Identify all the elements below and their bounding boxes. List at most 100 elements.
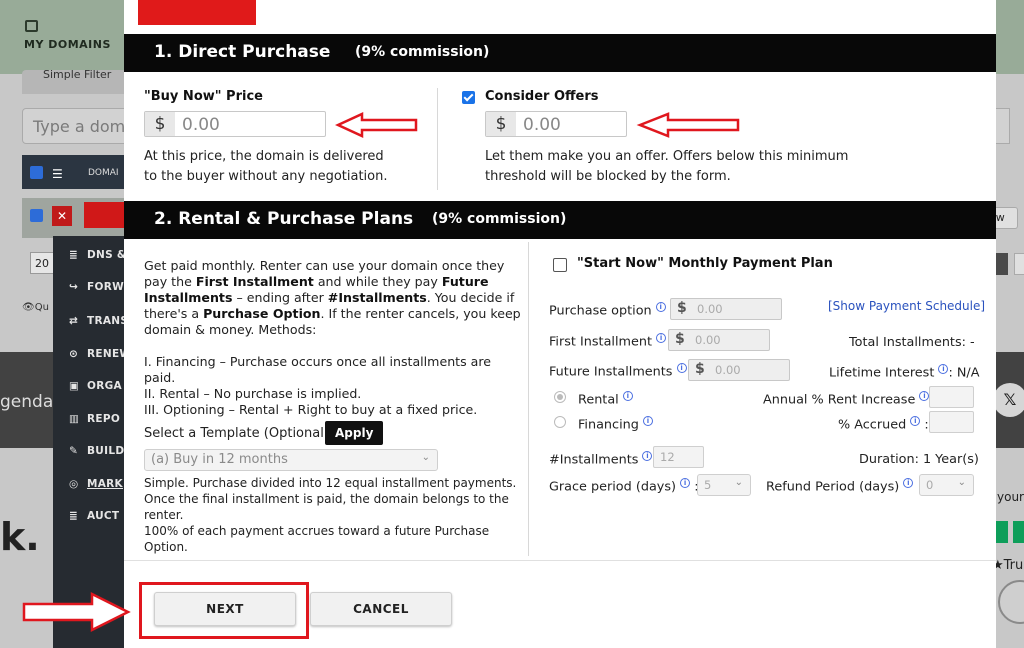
help-icon[interactable]: i xyxy=(938,364,949,374)
cancel-button[interactable]: CANCEL xyxy=(310,592,452,626)
help-icon[interactable]: i xyxy=(680,478,691,488)
section-title: 2. Rental & Purchase Plans xyxy=(154,209,414,229)
side-menu-item-transfer[interactable]: ⇄ TRANS xyxy=(69,315,128,327)
side-menu-item-organize[interactable]: ▣ ORGA xyxy=(69,380,122,392)
help-icon[interactable]: i xyxy=(903,478,914,488)
row-checkbox[interactable] xyxy=(30,209,43,222)
side-menu-item-reports[interactable]: ▥ REPO xyxy=(69,413,120,425)
trust-star-icon xyxy=(1013,521,1024,543)
dollar-sign: $ xyxy=(145,112,175,136)
apply-button[interactable]: Apply xyxy=(325,421,384,445)
financing-label: Financing i xyxy=(578,416,653,432)
domain-name-redacted xyxy=(84,202,124,228)
side-menu-item-build[interactable]: ✎ BUILD xyxy=(69,445,124,457)
menu-icon[interactable]: ☰ xyxy=(52,167,63,181)
show-payment-schedule-link[interactable]: [Show Payment Schedule] xyxy=(828,299,985,313)
dollar-sign: $ xyxy=(675,331,685,347)
template-select[interactable]: (a) Buy in 12 months ⌄ xyxy=(144,449,438,471)
rental-plans-description: Get paid monthly. Renter can use your do… xyxy=(144,258,521,417)
brand-fragment: k. xyxy=(0,515,40,559)
domains-icon xyxy=(25,20,38,32)
first-installment-input[interactable]: $0.00 xyxy=(668,329,770,351)
side-menu-item-renew[interactable]: ⊙ RENEW xyxy=(69,348,131,360)
light-button[interactable] xyxy=(1014,253,1024,275)
commission-label: (9% commission) xyxy=(355,44,490,60)
help-icon[interactable]: i xyxy=(642,451,653,461)
quick-view-link[interactable]: 👁Qu xyxy=(22,302,49,313)
your-text: your xyxy=(997,490,1024,504)
simple-filter-tab-label: Simple Filter xyxy=(43,68,112,81)
domain-search-input[interactable]: Type a dom xyxy=(22,108,132,144)
x-logo-icon[interactable]: 𝕏 xyxy=(993,383,1024,417)
future-installments-label: Future Installments i : xyxy=(549,363,695,379)
select-all-checkbox[interactable] xyxy=(30,166,43,179)
dark-button[interactable] xyxy=(994,253,1008,275)
start-now-label: "Start Now" Monthly Payment Plan xyxy=(577,256,833,271)
start-now-checkbox[interactable] xyxy=(553,258,567,272)
financing-radio[interactable] xyxy=(554,416,566,428)
purchase-option-label: Purchase option i : xyxy=(549,302,674,318)
search-button[interactable] xyxy=(994,108,1010,144)
marketplace-icon: ◎ xyxy=(69,478,79,490)
direct-purchase-header: 1. Direct Purchase (9% commission) xyxy=(124,34,996,72)
annual-rent-increase-label: Annual % Rent Increase i : xyxy=(763,391,938,407)
installments-input[interactable]: 12 xyxy=(653,446,704,468)
side-menu-item-auctions[interactable]: ≣ AUCT xyxy=(69,510,119,522)
help-icon[interactable]: i xyxy=(622,391,633,401)
template-label: Select a Template (Optional): xyxy=(144,426,334,441)
help-icon[interactable]: i xyxy=(919,391,930,401)
help-icon[interactable]: i xyxy=(676,363,687,373)
offer-minimum-input[interactable]: $ 0.00 xyxy=(485,111,627,137)
consider-offers-label: Consider Offers xyxy=(485,89,599,104)
help-icon[interactable]: i xyxy=(642,416,653,426)
consider-offers-checkbox[interactable] xyxy=(462,91,475,104)
accrued-input[interactable] xyxy=(929,411,974,433)
offer-minimum-value: 0.00 xyxy=(523,115,561,135)
rental-plans-header: 2. Rental & Purchase Plans (9% commissio… xyxy=(124,201,996,239)
section-title: 1. Direct Purchase xyxy=(154,42,331,62)
future-installments-input[interactable]: $0.00 xyxy=(688,359,790,381)
commission-label: (9% commission) xyxy=(432,211,567,227)
side-menu-item-forward[interactable]: ↪ FORW xyxy=(69,281,124,293)
briefcase-icon: ▣ xyxy=(69,380,80,392)
help-icon[interactable]: i xyxy=(910,416,921,426)
divider xyxy=(528,242,529,556)
trustpilot-text: ★Tru xyxy=(992,558,1024,573)
chevron-down-icon: ⌄ xyxy=(957,477,966,488)
grace-period-label: Grace period (days) i : xyxy=(549,478,699,494)
buy-now-description: At this price, the domain is delivered t… xyxy=(144,149,388,184)
rental-radio[interactable] xyxy=(554,391,566,403)
rental-label: Rental i xyxy=(578,391,633,407)
chevron-down-icon: ⌄ xyxy=(421,452,430,463)
eye-icon: 👁 xyxy=(22,302,35,313)
duration-text: Duration: 1 Year(s) xyxy=(859,452,979,467)
purchase-option-input[interactable]: $0.00 xyxy=(670,298,782,320)
grace-period-select[interactable]: 5 ⌄ xyxy=(697,474,751,496)
buy-now-price-input[interactable]: $ 0.00 xyxy=(144,111,326,137)
total-installments-text: Total Installments: - xyxy=(849,335,975,350)
chevron-down-icon: ⌄ xyxy=(734,477,743,488)
offers-description: Let them make you an offer. Offers below… xyxy=(485,149,849,184)
next-highlight-box xyxy=(139,582,309,639)
transfer-icon: ⇄ xyxy=(69,315,79,327)
buy-now-price-value: 0.00 xyxy=(182,115,220,135)
dns-icon: ≣ xyxy=(69,249,79,261)
icann-seal-icon xyxy=(998,580,1024,624)
dollar-sign: $ xyxy=(695,361,705,377)
close-icon[interactable]: ✕ xyxy=(52,206,72,226)
sell-domain-modal: 1. Direct Purchase (9% commission) "Buy … xyxy=(124,0,996,648)
side-menu-item-dns[interactable]: ≣ DNS & xyxy=(69,249,126,261)
accrued-label: % Accrued i : xyxy=(838,416,929,433)
dollar-sign: $ xyxy=(677,300,687,316)
wrench-icon: ✎ xyxy=(69,445,79,457)
help-icon[interactable]: i xyxy=(655,302,666,312)
trust-star-icon xyxy=(994,521,1008,543)
side-menu-item-marketplace[interactable]: ◎ MARK xyxy=(69,478,123,490)
refund-period-select[interactable]: 0 ⌄ xyxy=(919,474,974,496)
installments-label: #Installments i : xyxy=(549,451,661,467)
auction-icon: ≣ xyxy=(69,510,79,522)
annual-rent-increase-input[interactable] xyxy=(929,386,974,408)
lifetime-interest-label: Lifetime Interest i: N/A xyxy=(829,364,980,381)
first-installment-label: First Installment i : xyxy=(549,333,674,349)
help-icon[interactable]: i xyxy=(656,333,667,343)
